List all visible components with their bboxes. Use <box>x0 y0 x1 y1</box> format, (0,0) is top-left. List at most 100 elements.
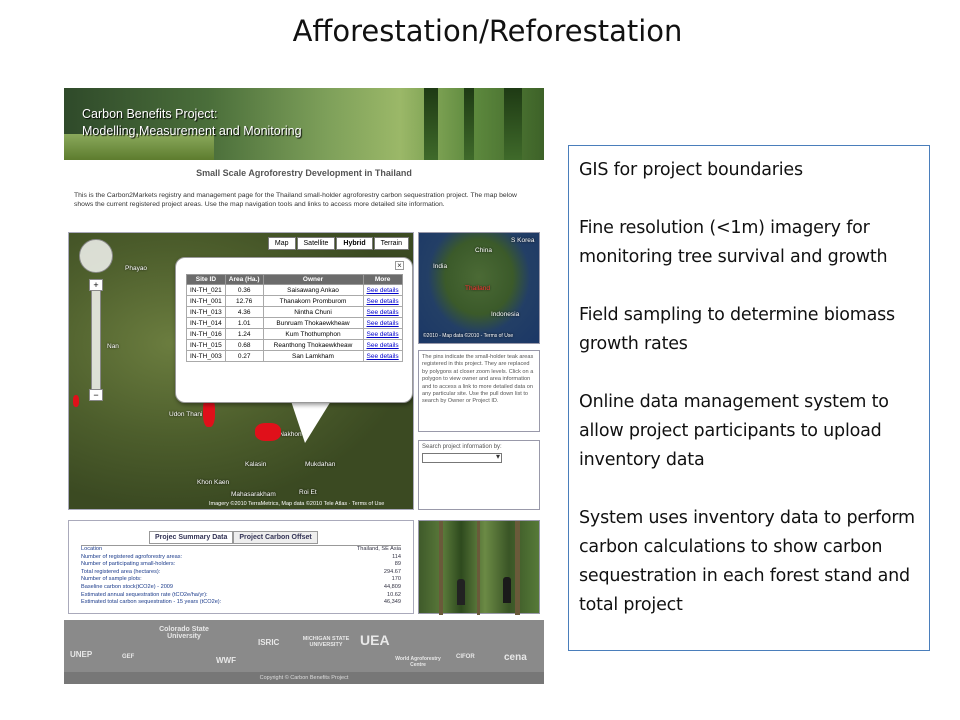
unep-logo: UNEP <box>70 650 93 659</box>
close-icon[interactable]: × <box>395 261 404 270</box>
partner-logos: UNEP GEF Colorado State University WWF I… <box>64 620 544 672</box>
see-details-link[interactable]: See details <box>362 350 403 362</box>
table-row: IN-TH_013 4.36 Nintha Chuni See details <box>186 306 403 318</box>
column-header: Site ID <box>186 274 226 285</box>
map-attribution: Imagery ©2010 TerraMetrics, Map data ©20… <box>209 501 385 507</box>
map-tab-hybrid[interactable]: Hybrid <box>336 237 373 250</box>
site-owner: San Lamkham <box>262 350 364 362</box>
tab-carbon-offset[interactable]: Project Carbon Offset <box>233 531 318 544</box>
see-details-link[interactable]: See details <box>362 306 403 318</box>
summary-row: Number of sample plots: 170 <box>81 576 401 584</box>
map-tab-satellite[interactable]: Satellite <box>296 237 336 250</box>
site-area: 12.76 <box>224 295 264 307</box>
banner-line-2: Modelling,Measurement and Monitoring <box>82 124 302 138</box>
tab-summary-data[interactable]: Projec Summary Data <box>149 531 234 544</box>
banner-title: Carbon Benefits Project: Modelling,Measu… <box>82 106 302 140</box>
column-header: Owner <box>262 274 364 285</box>
zoom-out-icon[interactable]: − <box>89 389 103 401</box>
page-heading: Small Scale Agroforestry Development in … <box>196 168 412 178</box>
project-webpage-screenshot: Carbon Benefits Project: Modelling,Measu… <box>64 88 544 684</box>
isric-logo: ISRIC <box>258 638 280 647</box>
map-place-label: Nan <box>107 343 119 350</box>
see-details-link[interactable]: See details <box>362 328 403 340</box>
project-polygon[interactable] <box>73 395 79 407</box>
site-id: IN-TH_013 <box>186 306 226 318</box>
overview-map-label: Thailand <box>465 285 490 292</box>
text-paragraph: Field sampling to determine biomass grow… <box>579 305 895 354</box>
project-polygon[interactable] <box>255 423 281 441</box>
summary-row: Baseline carbon stock(tCO2e) - 2009 44,80… <box>81 584 401 592</box>
palm-tree-image <box>504 88 522 160</box>
search-dropdown[interactable] <box>422 452 502 463</box>
map-help-text: The pins indicate the small-holder teak … <box>418 350 540 432</box>
palm-tree-image <box>424 88 438 160</box>
site-id: IN-TH_016 <box>186 328 226 340</box>
see-details-link[interactable]: See details <box>362 317 403 329</box>
site-info-popup: × Site ID Area (Ha.) Owner More IN-TH_02… <box>175 257 413 403</box>
gef-logo: GEF <box>122 654 135 660</box>
zoom-slider[interactable] <box>91 279 101 399</box>
search-panel: Search project information by: <box>418 440 540 510</box>
zoom-in-icon[interactable]: + <box>89 279 103 291</box>
wwf-logo: WWF <box>216 656 236 665</box>
summary-label: Number of participating small-holders: <box>81 561 176 568</box>
colorado-state-logo: Colorado State University <box>159 626 209 640</box>
see-details-link[interactable]: See details <box>362 339 403 351</box>
slide: Afforestation/Reforestation Carbon Benef… <box>0 0 960 720</box>
site-id: IN-TH_001 <box>186 295 226 307</box>
summary-label: Baseline carbon stock(tCO2e) - 2009 <box>81 583 174 590</box>
map-tab-terrain[interactable]: Terrain <box>373 237 409 250</box>
site-area: 1.01 <box>224 317 264 329</box>
overview-map-label: India <box>433 263 448 270</box>
michigan-state-logo: MICHIGAN STATE UNIVERSITY <box>302 636 350 648</box>
summary-value: 46,349 <box>383 599 401 606</box>
bullet-textbox: GIS for project boundaries Fine resoluti… <box>568 145 930 651</box>
icraf-logo: World Agroforestry Centre <box>395 656 441 668</box>
site-area: 0.36 <box>224 284 264 296</box>
table-row: IN-TH_001 12.76 Thanakorn Promburom See … <box>186 295 403 307</box>
map-place-label: Mahasarakham <box>231 491 276 498</box>
summary-label: Total registered area (hectares): <box>81 568 161 575</box>
summary-value: 10.62 <box>387 591 401 598</box>
column-header: More <box>362 274 403 285</box>
summary-panel: Projec Summary Data Project Carbon Offse… <box>68 520 414 614</box>
map-place-label: Roi Et <box>299 489 317 496</box>
banner: Carbon Benefits Project: Modelling,Measu… <box>64 88 544 160</box>
map-tab-map[interactable]: Map <box>267 237 296 250</box>
table-row: IN-TH_015 0.68 Reanthong Thokaewkheaw Se… <box>186 339 403 351</box>
site-id: IN-TH_014 <box>186 317 226 329</box>
see-details-link[interactable]: See details <box>362 284 403 296</box>
overview-map-attribution: ©2010 - Map data ©2010 - Terms of Use <box>423 333 514 339</box>
summary-row: Number of participating small-holders: 89 <box>81 561 401 569</box>
summary-tabs: Projec Summary Data Project Carbon Offse… <box>149 531 318 544</box>
project-map[interactable]: Map Satellite Hybrid Terrain + − Phayao … <box>68 232 414 510</box>
pan-control-icon[interactable] <box>79 239 113 273</box>
site-owner: Reanthong Thokaewkheaw <box>262 339 364 351</box>
see-details-link[interactable]: See details <box>362 295 403 307</box>
site-area: 0.68 <box>224 339 264 351</box>
summary-label: Estimated total carbon sequestration - 1… <box>81 599 222 606</box>
banner-line-1: Carbon Benefits Project: <box>82 107 218 121</box>
text-paragraph: Fine resolution (<1m) imagery for monito… <box>579 218 888 267</box>
summary-row: Estimated annual sequestration rate (tCO… <box>81 592 401 600</box>
tree-trunk <box>477 521 480 615</box>
summary-label: Number of sample plots: <box>81 576 142 583</box>
site-area: 0.27 <box>224 350 264 362</box>
tree-trunk <box>439 521 443 615</box>
map-place-label: Udon Thani <box>169 411 203 418</box>
slide-title: Afforestation/Reforestation <box>292 14 683 48</box>
intro-text: This is the Carbon2Markets registry and … <box>74 192 517 208</box>
table-row: IN-TH_021 0.36 Saisawang Ankao See detai… <box>186 284 403 296</box>
field-sampling-photo <box>418 520 540 615</box>
site-id: IN-TH_021 <box>186 284 226 296</box>
map-place-label: Khon Kaen <box>197 479 230 486</box>
site-owner: Saisawang Ankao <box>262 284 364 296</box>
site-area: 4.36 <box>224 306 264 318</box>
site-table: Site ID Area (Ha.) Owner More IN-TH_021 … <box>186 274 403 362</box>
summary-row: Number of registered agroforestry areas:… <box>81 554 401 562</box>
overview-map-label: S Korea <box>511 237 535 244</box>
map-place-label: Mukdahan <box>305 461 336 468</box>
overview-map[interactable]: China India Thailand Indonesia S Korea ©… <box>418 232 540 344</box>
overview-map-label: Indonesia <box>491 311 520 318</box>
summary-label: Number of registered agroforestry areas: <box>81 553 183 560</box>
